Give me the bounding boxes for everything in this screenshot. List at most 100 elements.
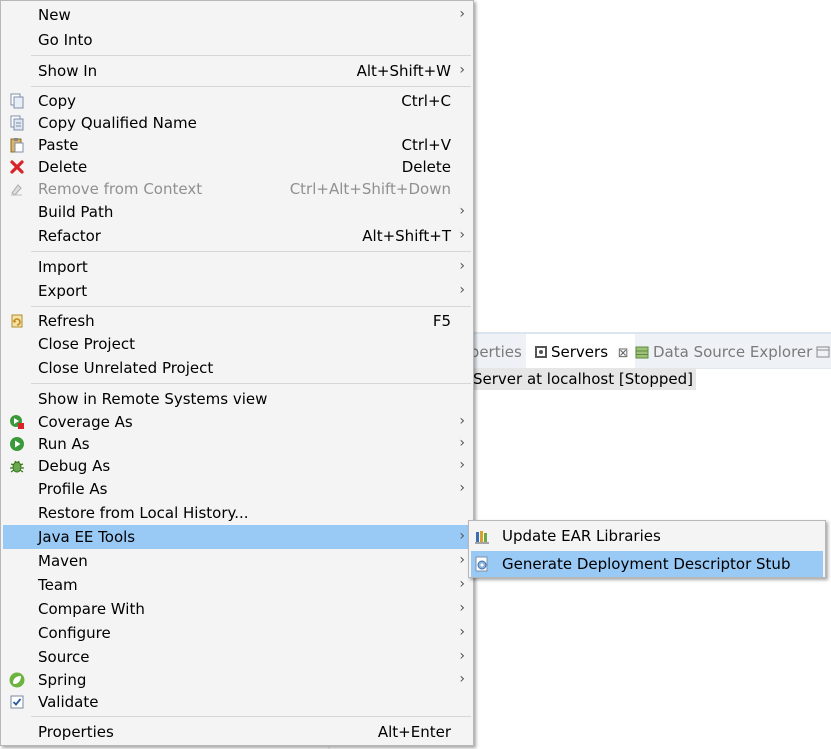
- menu-separator: [31, 86, 471, 87]
- menu-item-label: Source: [38, 648, 90, 666]
- menu-item-maven[interactable]: Maven ›: [3, 549, 471, 573]
- shortcut-label: Alt+Enter: [377, 723, 451, 741]
- menu-item-label: Profile As: [38, 480, 108, 498]
- menu-item-source[interactable]: Source ›: [3, 645, 471, 669]
- menu-item-label: Refactor: [38, 227, 101, 245]
- submenu-item-generate-deployment-descriptor[interactable]: Generate Deployment Descriptor Stub: [471, 551, 823, 577]
- menu-item-profile-as[interactable]: Profile As ›: [3, 477, 471, 501]
- menu-item-label: New: [38, 6, 71, 24]
- menu-item-close-project[interactable]: Close Project: [3, 332, 471, 356]
- menu-item-debug-as[interactable]: Debug As ›: [3, 454, 471, 478]
- menu-item-label: Build Path: [38, 203, 114, 221]
- menu-item-label: Coverage As: [38, 413, 133, 431]
- menu-item-properties[interactable]: Properties Alt+Enter: [3, 720, 471, 744]
- menu-item-label: Copy: [38, 92, 77, 110]
- submenu-item-update-ear-libraries[interactable]: Update EAR Libraries: [471, 523, 823, 549]
- debug-bug-icon: [10, 460, 24, 473]
- menu-item-label: Close Project: [38, 335, 135, 353]
- menu-item-close-unrelated-project[interactable]: Close Unrelated Project: [3, 356, 471, 380]
- shortcut-label: Alt+Shift+T: [362, 227, 451, 245]
- menu-item-label: Maven: [38, 552, 88, 570]
- menu-item-show-remote-systems[interactable]: Show in Remote Systems view: [3, 387, 471, 411]
- chevron-right-icon: ›: [459, 62, 465, 78]
- menu-item-team[interactable]: Team ›: [3, 573, 471, 597]
- remove-context-icon: [11, 184, 22, 196]
- chevron-right-icon: ›: [459, 6, 465, 22]
- view-tab-bar: Properties Servers ⊠ Data Source Explore…: [460, 332, 831, 369]
- menu-item-label: Close Unrelated Project: [38, 359, 214, 377]
- menu-item-label: Copy Qualified Name: [38, 114, 197, 132]
- menu-separator: [31, 251, 471, 252]
- tab-servers[interactable]: Servers ⊠: [526, 334, 635, 369]
- copy-qualified-icon: [10, 115, 24, 131]
- chevron-right-icon: ›: [459, 552, 465, 568]
- menu-item-label: Remove from Context: [38, 180, 203, 198]
- menu-item-paste[interactable]: Paste Ctrl+V: [3, 133, 471, 157]
- menu-item-run-as[interactable]: Run As ›: [3, 432, 471, 456]
- menu-separator: [31, 306, 471, 307]
- ear-libraries-icon: [475, 531, 489, 544]
- menu-item-label: Properties: [38, 723, 114, 741]
- menu-item-build-path[interactable]: Build Path ›: [3, 200, 471, 224]
- chevron-right-icon: ›: [459, 648, 465, 664]
- menu-item-label: Delete: [38, 158, 88, 176]
- tab-data-source-label: Data Source Explorer: [653, 343, 813, 361]
- chevron-right-icon: ›: [459, 457, 465, 473]
- menu-item-label: Go Into: [38, 31, 93, 49]
- shortcut-label: Ctrl+V: [401, 136, 451, 154]
- menu-item-label: Configure: [38, 624, 111, 642]
- menu-item-restore-local-history[interactable]: Restore from Local History...: [3, 501, 471, 525]
- menu-item-delete[interactable]: Delete Delete: [3, 155, 471, 179]
- tab-data-source-explorer[interactable]: Data Source Explorer: [632, 334, 812, 368]
- menu-item-configure[interactable]: Configure ›: [3, 621, 471, 645]
- refresh-icon: [11, 314, 23, 328]
- run-icon: [10, 437, 24, 451]
- server-entry-label: Server at localhost [Stopped]: [473, 370, 693, 388]
- menu-item-label: Show In: [38, 62, 98, 80]
- shortcut-label: Delete: [401, 158, 451, 176]
- chevron-right-icon: ›: [459, 600, 465, 616]
- chevron-right-icon: ›: [459, 203, 465, 219]
- chevron-right-icon: ›: [459, 528, 465, 544]
- menu-item-copy-qualified-name[interactable]: Copy Qualified Name: [3, 111, 471, 135]
- menu-item-label: Spring: [38, 671, 87, 689]
- menu-item-refresh[interactable]: Refresh F5: [3, 309, 471, 333]
- menu-separator: [31, 716, 471, 717]
- menu-item-label: Debug As: [38, 457, 111, 475]
- chevron-right-icon: ›: [459, 227, 465, 243]
- chevron-right-icon: ›: [459, 282, 465, 298]
- menu-item-label: Compare With: [38, 600, 145, 618]
- copy-icon: [10, 93, 24, 109]
- menu-item-new[interactable]: New ›: [3, 3, 471, 27]
- menu-item-label: Refresh: [38, 312, 95, 330]
- menu-item-export[interactable]: Export ›: [3, 279, 471, 303]
- server-list-item[interactable]: Server at localhost [Stopped]: [470, 368, 696, 390]
- menu-separator: [31, 55, 471, 56]
- tab-servers-label: Servers: [551, 343, 609, 361]
- menu-item-copy[interactable]: Copy Ctrl+C: [3, 89, 471, 113]
- delete-icon: [10, 160, 24, 174]
- spring-leaf-icon: [9, 672, 25, 688]
- chevron-right-icon: ›: [459, 671, 465, 687]
- chevron-right-icon: ›: [459, 435, 465, 451]
- chevron-right-icon: ›: [459, 624, 465, 640]
- view-menu-icon[interactable]: [816, 334, 830, 368]
- menu-item-show-in[interactable]: Show In Alt+Shift+W ›: [3, 59, 471, 83]
- menu-item-validate[interactable]: Validate: [3, 690, 471, 714]
- menu-item-label: Java EE Tools: [38, 528, 136, 546]
- checkbox-checked-icon: [10, 695, 24, 709]
- menu-item-java-ee-tools[interactable]: Java EE Tools ›: [3, 525, 471, 549]
- shortcut-label: F5: [432, 312, 451, 330]
- shortcut-label: Ctrl+Alt+Shift+Down: [289, 180, 451, 198]
- menu-item-coverage-as[interactable]: Coverage As ›: [3, 410, 471, 434]
- menu-item-label: Restore from Local History...: [38, 504, 249, 522]
- java-ee-tools-submenu: Update EAR Libraries Generate Deployment…: [468, 520, 826, 578]
- menu-item-compare-with[interactable]: Compare With ›: [3, 597, 471, 621]
- close-icon[interactable]: ⊠: [618, 346, 629, 361]
- menu-item-label: Run As: [38, 435, 90, 453]
- menu-item-refactor[interactable]: Refactor Alt+Shift+T ›: [3, 224, 471, 248]
- chevron-right-icon: ›: [459, 258, 465, 274]
- menu-item-spring[interactable]: Spring ›: [3, 668, 471, 692]
- menu-item-import[interactable]: Import ›: [3, 255, 471, 279]
- menu-item-go-into[interactable]: Go Into: [3, 28, 471, 52]
